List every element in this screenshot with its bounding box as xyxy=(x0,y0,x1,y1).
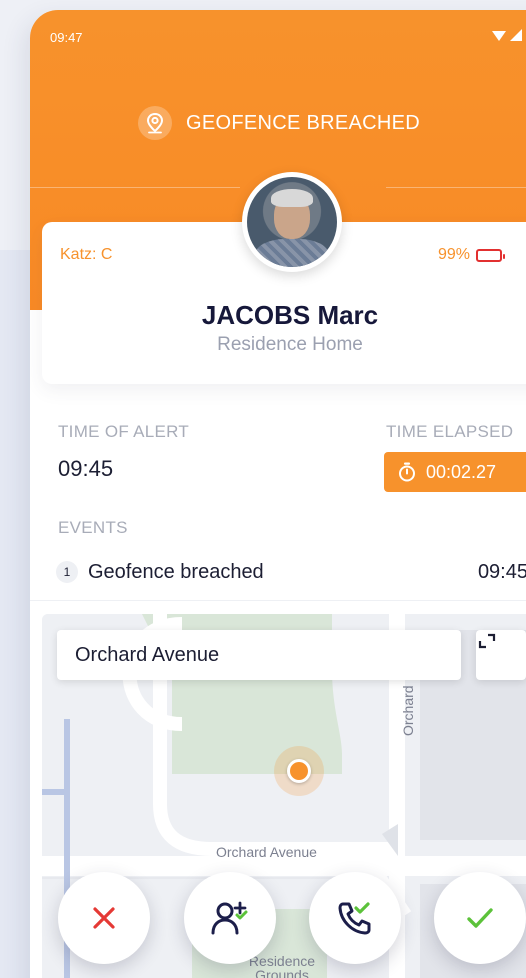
wifi-signal-battery-icon xyxy=(492,29,522,41)
stopwatch-icon xyxy=(398,462,416,482)
battery-percent: 99% xyxy=(438,246,471,263)
check-icon xyxy=(467,908,493,928)
status-bar: 09:47 xyxy=(50,28,526,49)
time-elapsed-label: TIME ELAPSED xyxy=(386,422,514,441)
avatar[interactable] xyxy=(242,172,342,272)
phone-screen: 09:47 GEOFENCE BREACHED Katz: C 99% JACO… xyxy=(30,10,526,978)
expand-map-button[interactable] xyxy=(476,630,526,680)
event-description: Geofence breached xyxy=(88,560,264,583)
call-button[interactable] xyxy=(309,872,401,964)
resident-residence: Residence Home xyxy=(217,334,363,355)
time-elapsed-badge: 00:02.27 xyxy=(384,452,526,492)
resident-name: JACOBS Marc xyxy=(201,300,379,330)
add-user-icon xyxy=(211,901,248,935)
street-label-vertical: Orchard xyxy=(400,685,416,736)
map-search-input[interactable]: Orchard Avenue xyxy=(57,630,461,680)
time-of-alert-label: TIME OF ALERT xyxy=(58,422,190,441)
alert-title: GEOFENCE BREACHED xyxy=(186,111,421,134)
list-item[interactable]: 1 Geofence breached 09:45 xyxy=(56,557,526,587)
time-elapsed-value: 00:02.27 xyxy=(426,461,497,482)
accept-button[interactable] xyxy=(434,872,526,964)
location-pin-icon xyxy=(138,106,172,140)
street-label-horizontal: Orchard Avenue xyxy=(216,844,317,860)
signal-icons xyxy=(490,28,526,49)
battery-icon xyxy=(476,248,506,262)
events-label: EVENTS xyxy=(58,518,128,537)
expand-icon xyxy=(478,633,496,649)
alert-banner: GEOFENCE BREACHED xyxy=(138,106,420,140)
header-divider-left xyxy=(30,187,240,188)
close-icon xyxy=(93,907,115,929)
divider xyxy=(30,600,526,601)
time-of-alert-value: 09:45 xyxy=(58,456,114,481)
dismiss-button[interactable] xyxy=(58,872,150,964)
resident-category: Katz: C xyxy=(60,246,113,263)
battery-status: 99% xyxy=(438,246,506,264)
assign-user-button[interactable] xyxy=(184,872,276,964)
event-number: 1 xyxy=(56,561,78,583)
header-divider-right xyxy=(386,187,526,188)
event-time: 09:45 xyxy=(477,560,526,583)
phone-check-icon xyxy=(338,902,371,935)
location-marker[interactable] xyxy=(274,746,324,796)
status-time: 09:47 xyxy=(50,30,83,45)
